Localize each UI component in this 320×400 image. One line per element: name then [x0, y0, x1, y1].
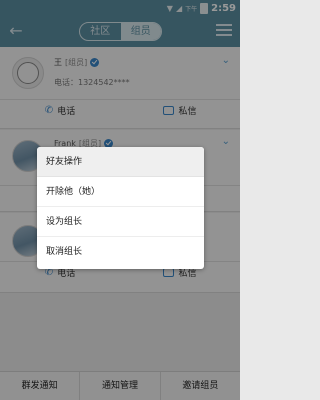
friend-action-dialog: 好友操作 开除他（她） 设为组长 取消组长 [37, 147, 204, 269]
option-cancel-leader[interactable]: 取消组长 [37, 237, 204, 267]
option-set-leader[interactable]: 设为组长 [37, 207, 204, 237]
option-remove-member[interactable]: 开除他（她） [37, 177, 204, 207]
dialog-title: 好友操作 [37, 147, 204, 177]
